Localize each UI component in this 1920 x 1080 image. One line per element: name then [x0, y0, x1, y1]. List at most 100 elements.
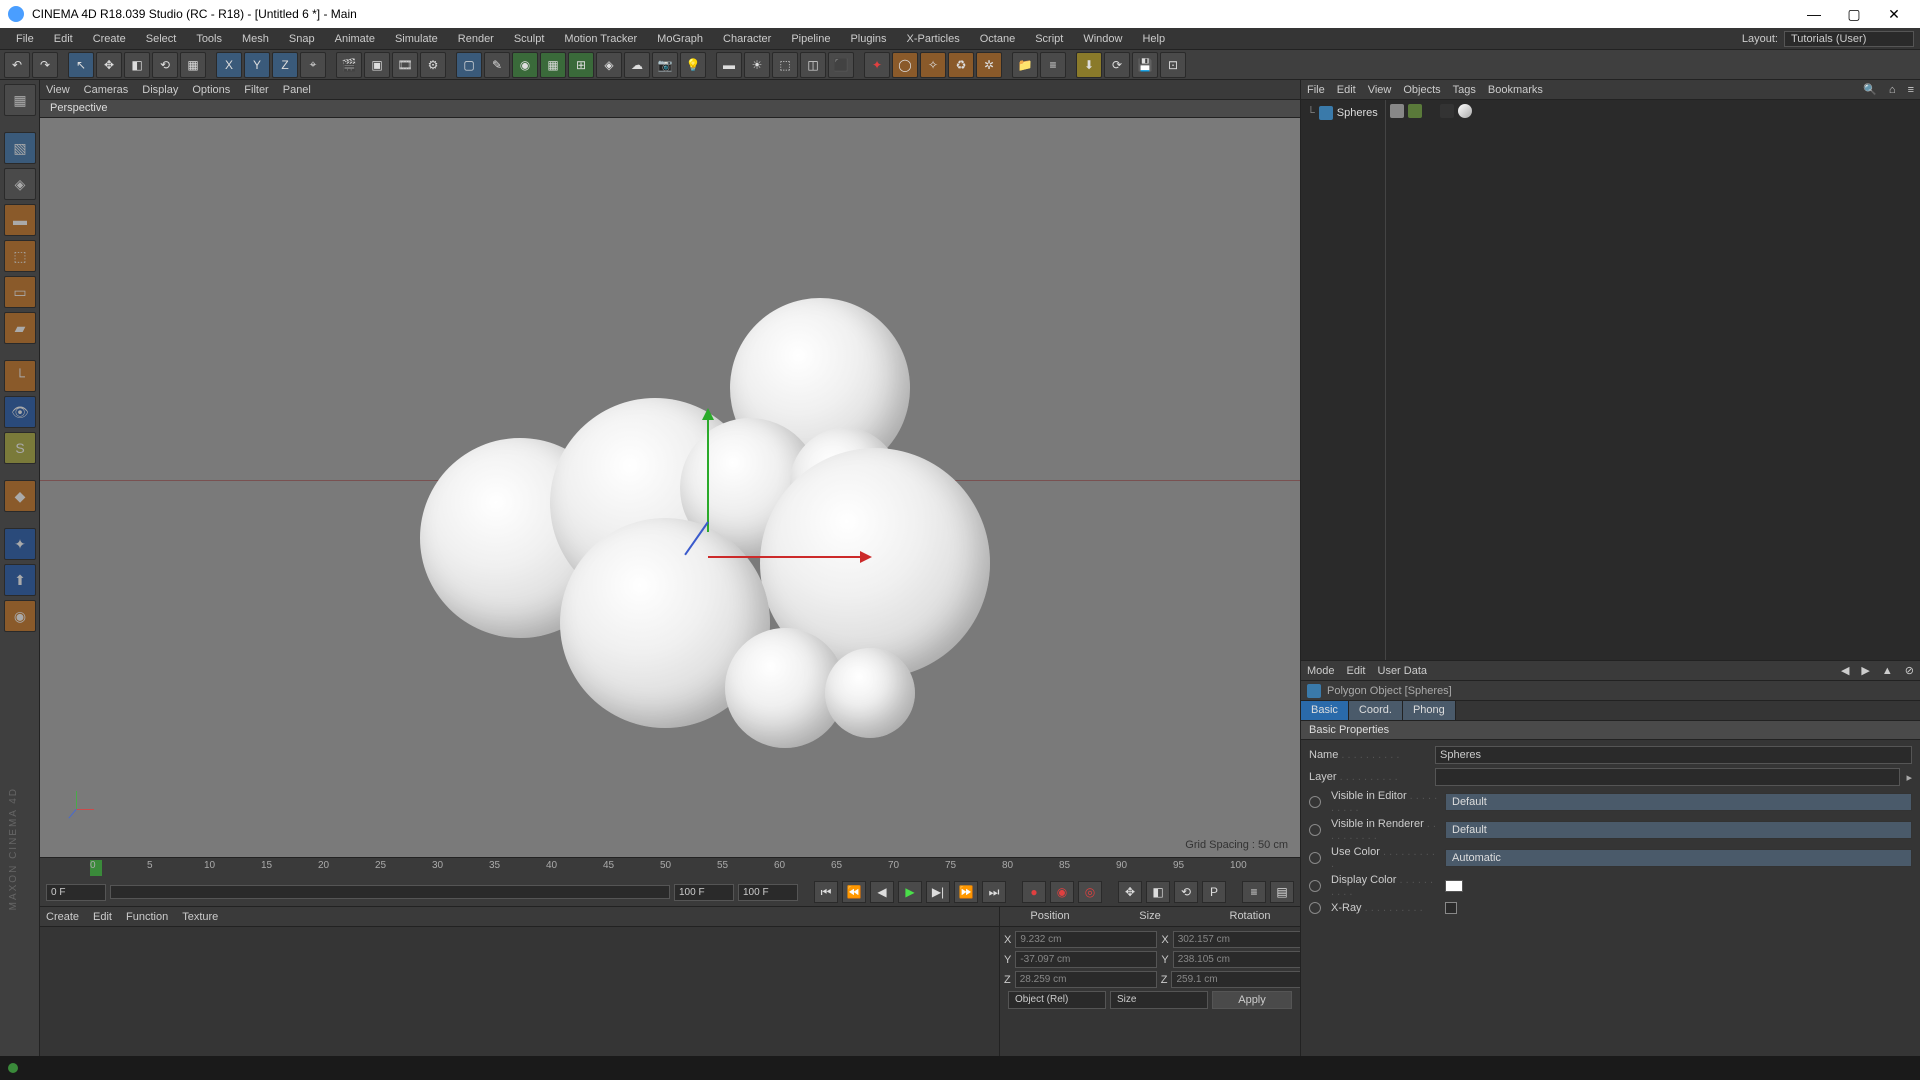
vis-render-select[interactable]: Default — [1445, 821, 1912, 839]
object-item-spheres[interactable]: └ Spheres — [1305, 104, 1381, 122]
obj-menu-bookmarks[interactable]: Bookmarks — [1488, 84, 1543, 96]
undo-button[interactable]: ↶ — [4, 52, 30, 78]
obj-menu-edit[interactable]: Edit — [1337, 84, 1356, 96]
snap-enable-button[interactable]: S — [4, 432, 36, 464]
prev-frame-button[interactable]: ◀ — [870, 881, 894, 903]
menu-help[interactable]: Help — [1132, 33, 1175, 45]
make-editable-button[interactable]: ▦ — [4, 84, 36, 116]
display-color-swatch[interactable] — [1445, 880, 1463, 892]
record-button[interactable]: ● — [1022, 881, 1046, 903]
render-pv-button[interactable]: 🎞 — [392, 52, 418, 78]
axis-button[interactable]: └ — [4, 360, 36, 392]
close-button[interactable]: ✕ — [1876, 4, 1912, 24]
menu-pipeline[interactable]: Pipeline — [781, 33, 840, 45]
menu-character[interactable]: Character — [713, 33, 781, 45]
tweak-button[interactable]: ✦ — [4, 528, 36, 560]
menu-octane[interactable]: Octane — [970, 33, 1025, 45]
use-color-select[interactable]: Automatic — [1445, 849, 1912, 867]
play-button[interactable]: ▶ — [898, 881, 922, 903]
obj-menu-icon[interactable]: ≡ — [1908, 84, 1914, 96]
attr-back-icon[interactable]: ◀ — [1841, 664, 1849, 677]
attr-menu-userdata[interactable]: User Data — [1378, 665, 1428, 677]
mat-menu-create[interactable]: Create — [46, 911, 79, 923]
next-frame-button[interactable]: ▶| — [926, 881, 950, 903]
menu-tools[interactable]: Tools — [186, 33, 232, 45]
menu-script[interactable]: Script — [1025, 33, 1073, 45]
attr-fwd-icon[interactable]: ▶ — [1861, 664, 1869, 677]
obj-search-icon[interactable]: 🔍 — [1863, 83, 1877, 96]
xray-radio[interactable] — [1309, 902, 1321, 914]
menu-select[interactable]: Select — [136, 33, 187, 45]
texture-mode-button[interactable]: ◈ — [4, 168, 36, 200]
octane-button[interactable]: ◯ — [892, 52, 918, 78]
obj-menu-file[interactable]: File — [1307, 84, 1325, 96]
menu-edit[interactable]: Edit — [44, 33, 83, 45]
lasttool-button[interactable]: ▦ — [180, 52, 206, 78]
model-mode-button[interactable]: ▧ — [4, 132, 36, 164]
timeline-range-slider[interactable] — [110, 885, 670, 899]
viewport-3d[interactable]: Grid Spacing : 50 cm — [40, 118, 1300, 857]
reset-layout-button[interactable]: ⟳ — [1104, 52, 1130, 78]
polygon-mode-button[interactable]: ▰ — [4, 312, 36, 344]
move-tool[interactable]: ✥ — [96, 52, 122, 78]
vis-editor-select[interactable]: Default — [1445, 793, 1912, 811]
environment-button[interactable]: ☁ — [624, 52, 650, 78]
structure-button[interactable]: ≡ — [1040, 52, 1066, 78]
menu-create[interactable]: Create — [83, 33, 136, 45]
attr-name-input[interactable] — [1435, 746, 1912, 764]
menu-mesh[interactable]: Mesh — [232, 33, 279, 45]
attr-up-icon[interactable]: ▲ — [1882, 665, 1893, 677]
octane-settings-button[interactable]: ✧ — [920, 52, 946, 78]
goto-nextkey-button[interactable]: ⏩ — [954, 881, 978, 903]
menu-mograph[interactable]: MoGraph — [647, 33, 713, 45]
vp-menu-display[interactable]: Display — [142, 84, 178, 96]
minimize-button[interactable]: — — [1796, 4, 1832, 24]
redo-button[interactable]: ↷ — [32, 52, 58, 78]
coord-size-select[interactable]: Size — [1110, 991, 1208, 1009]
gizmo-x-axis[interactable] — [708, 556, 868, 558]
stage-button[interactable]: ◫ — [800, 52, 826, 78]
attr-tab-coord[interactable]: Coord. — [1349, 701, 1403, 720]
menu-file[interactable]: File — [6, 33, 44, 45]
rotate-tool[interactable]: ⟲ — [152, 52, 178, 78]
soft-select-button[interactable]: ◉ — [4, 600, 36, 632]
viewport-solo-button[interactable]: 👁 — [4, 396, 36, 428]
lock-y-button[interactable]: Y — [244, 52, 270, 78]
mat-menu-texture[interactable]: Texture — [182, 911, 218, 923]
coord-apply-button[interactable]: Apply — [1212, 991, 1292, 1009]
workplane-button[interactable]: ▬ — [4, 204, 36, 236]
goto-start-button[interactable]: ⏮ — [814, 881, 838, 903]
deformer-button[interactable]: ◈ — [596, 52, 622, 78]
obj-home-icon[interactable]: ⌂ — [1889, 84, 1896, 96]
point-mode-button[interactable]: ⬚ — [4, 240, 36, 272]
phong-tag-icon[interactable] — [1458, 104, 1472, 118]
normal-move-button[interactable]: ⬆ — [4, 564, 36, 596]
frame-start-input[interactable] — [46, 884, 106, 901]
frame-end-b-input[interactable] — [738, 884, 798, 901]
size-y-input[interactable] — [1173, 951, 1315, 968]
sky-button[interactable]: ☀ — [744, 52, 770, 78]
vp-menu-options[interactable]: Options — [192, 84, 230, 96]
render-region-button[interactable]: ▣ — [364, 52, 390, 78]
octane-tex-button[interactable]: ✲ — [976, 52, 1002, 78]
menu-xparticles[interactable]: X-Particles — [897, 33, 970, 45]
octane-live-button[interactable]: ♻ — [948, 52, 974, 78]
lock-z-button[interactable]: Z — [272, 52, 298, 78]
array-button[interactable]: ⊞ — [568, 52, 594, 78]
select-tool[interactable]: ↖ — [68, 52, 94, 78]
obj-menu-tags[interactable]: Tags — [1453, 84, 1476, 96]
visibility-editor-tag[interactable] — [1390, 104, 1404, 118]
vp-menu-view[interactable]: View — [46, 84, 70, 96]
attr-tab-basic[interactable]: Basic — [1301, 701, 1349, 720]
menu-motiontracker[interactable]: Motion Tracker — [554, 33, 647, 45]
key-param-button[interactable]: P — [1202, 881, 1226, 903]
obj-menu-objects[interactable]: Objects — [1403, 84, 1440, 96]
attr-menu-edit[interactable]: Edit — [1347, 665, 1366, 677]
customize-button[interactable]: ⊡ — [1160, 52, 1186, 78]
background-button[interactable]: ⬛ — [828, 52, 854, 78]
display-color-radio[interactable] — [1309, 880, 1321, 892]
pos-z-input[interactable] — [1015, 971, 1157, 988]
vp-menu-panel[interactable]: Panel — [283, 84, 311, 96]
obj-menu-view[interactable]: View — [1368, 84, 1392, 96]
gizmo-y-axis[interactable] — [707, 412, 709, 532]
